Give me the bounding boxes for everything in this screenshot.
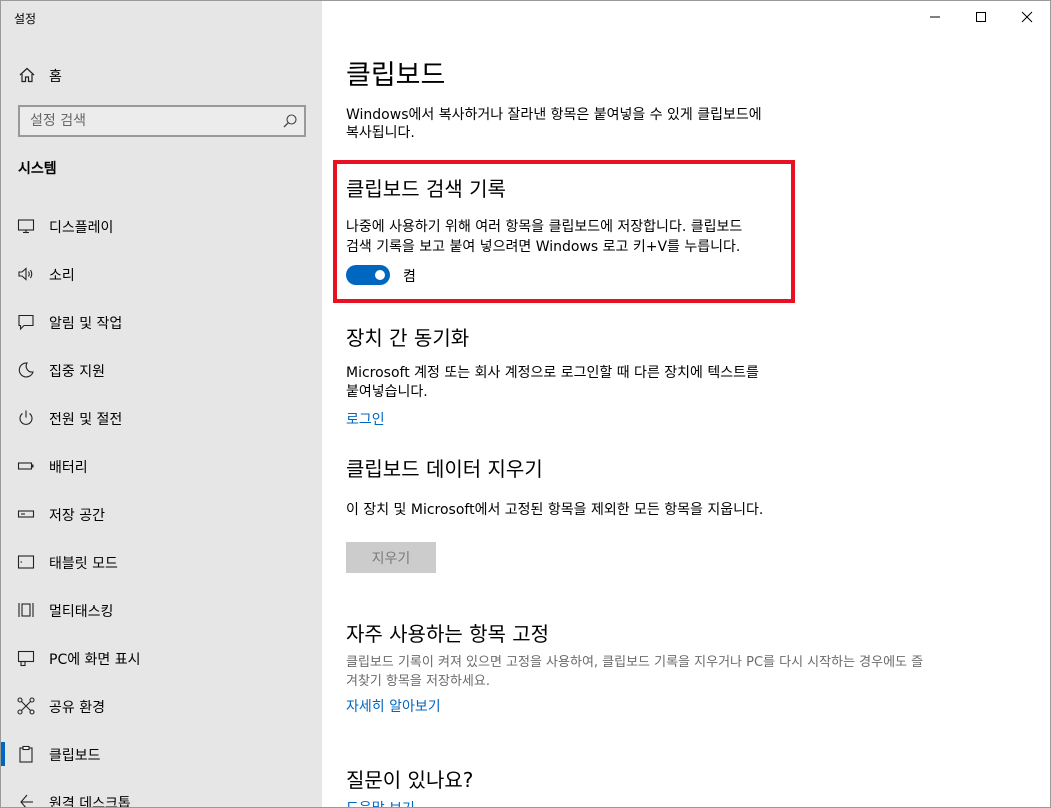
sidebar-item-clipboard[interactable]: 클립보드 (1, 734, 322, 774)
sidebar-item-label: 집중 지원 (49, 364, 105, 380)
sidebar-item-tablet-mode[interactable]: 태블릿 모드 (1, 542, 322, 582)
sync-heading: 장치 간 동기화 (346, 326, 470, 350)
sidebar-item-focus-assist[interactable]: 집중 지원 (1, 350, 322, 390)
selected-indicator (1, 742, 5, 766)
pin-heading: 자주 사용하는 항목 고정 (346, 622, 550, 646)
sidebar-item-power[interactable]: 전원 및 절전 (1, 398, 322, 438)
sidebar-item-display[interactable]: 디스플레이 (1, 206, 322, 246)
toggle-knob (375, 270, 385, 280)
learn-more-link[interactable]: 자세히 알아보기 (346, 696, 441, 716)
sidebar-item-label: 디스플레이 (49, 220, 114, 236)
sidebar-item-storage[interactable]: 저장 공간 (1, 494, 322, 534)
tablet-icon (17, 555, 35, 569)
multitasking-icon (18, 603, 34, 617)
sidebar-item-multitasking[interactable]: 멀티태스킹 (1, 590, 322, 630)
settings-window: 설정 홈 시스템 디스플레이 (0, 0, 1051, 808)
clear-desc: 이 장치 및 Microsoft에서 고정된 항목을 제외한 모든 항목을 지웁… (346, 502, 764, 518)
search-icon[interactable] (282, 113, 298, 129)
clipboard-icon (19, 745, 33, 763)
remote-desktop-icon (20, 794, 33, 807)
sidebar-item-project[interactable]: PC에 화면 표시 (1, 638, 322, 678)
sync-desc-line1: Microsoft 계정 또는 회사 계정으로 로그인할 때 다른 장치에 텍스… (346, 365, 759, 381)
home-icon (19, 67, 35, 83)
sidebar-item-label: 소리 (49, 268, 75, 284)
sidebar-item-notifications[interactable]: 알림 및 작업 (1, 302, 322, 342)
sidebar-item-shared-experiences[interactable]: 공유 환경 (1, 686, 322, 726)
battery-icon (17, 462, 34, 470)
toggle-state-label: 켬 (403, 269, 416, 285)
share-icon (17, 697, 35, 715)
pin-desc-line2: 겨찾기 항목을 저장하세요. (346, 674, 490, 689)
sidebar-item-battery[interactable]: 배터리 (1, 446, 322, 486)
questions-heading: 질문이 있나요? (346, 768, 474, 792)
power-icon (19, 410, 33, 425)
sidebar: 설정 홈 시스템 디스플레이 (1, 1, 322, 808)
page-title: 클립보드 (346, 60, 446, 91)
sidebar-item-label: 멀티태스킹 (49, 604, 114, 620)
speaker-icon (18, 267, 33, 281)
sync-desc-line2: 붙여넣습니다. (346, 384, 428, 400)
settings-search-box[interactable] (18, 105, 306, 137)
intro-text-line2: 복사됩니다. (346, 125, 415, 141)
sidebar-item-label: 전원 및 절전 (49, 412, 123, 428)
sidebar-item-label: 알림 및 작업 (49, 316, 123, 332)
section-title-system: 시스템 (18, 161, 57, 177)
app-title: 설정 (14, 12, 37, 26)
clipboard-history-toggle[interactable] (346, 265, 390, 285)
main-content: 클립보드 Windows에서 복사하거나 잘라낸 항목은 붙여넣을 수 있게 클… (322, 1, 1050, 807)
moon-icon (18, 362, 34, 378)
sidebar-item-label: 홈 (49, 69, 62, 85)
storage-icon (17, 510, 35, 518)
sign-in-link[interactable]: 로그인 (346, 409, 385, 429)
sidebar-item-label: 태블릿 모드 (49, 556, 118, 572)
sidebar-item-label: 클립보드 (49, 748, 101, 764)
project-icon (17, 650, 35, 667)
clear-button[interactable]: 지우기 (346, 542, 436, 573)
sidebar-item-label: 배터리 (49, 460, 88, 476)
pin-desc-line1: 클립보드 기록이 켜져 있으면 고정을 사용하여, 클립보드 기록을 지우거나 … (346, 655, 924, 670)
sidebar-item-remote-desktop[interactable]: 원격 데스크톱 (1, 782, 322, 808)
display-icon (17, 219, 35, 234)
clear-heading: 클립보드 데이터 지우기 (346, 457, 543, 481)
get-help-link[interactable]: 도움말 보기 (346, 798, 415, 807)
search-input[interactable] (20, 107, 270, 135)
sidebar-item-label: 저장 공간 (49, 508, 105, 524)
notification-icon (18, 314, 34, 331)
sidebar-item-sound[interactable]: 소리 (1, 254, 322, 294)
sidebar-item-label: 원격 데스크톱 (49, 796, 131, 808)
sidebar-item-label: PC에 화면 표시 (49, 652, 141, 668)
sidebar-item-home[interactable]: 홈 (1, 59, 322, 91)
sidebar-item-label: 공유 환경 (49, 700, 105, 716)
